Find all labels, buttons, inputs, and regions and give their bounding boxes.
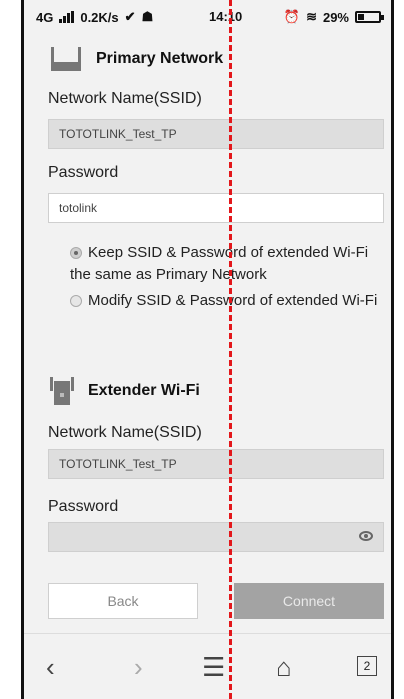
keep-ssid-label: Keep SSID & Password of extended Wi-Fi t…	[70, 244, 369, 283]
keep-ssid-radio[interactable]	[70, 247, 82, 260]
android-icon: ☗	[141, 9, 154, 24]
primary-password-value: totolink	[59, 201, 98, 215]
menu-icon[interactable]: ☰	[202, 652, 225, 683]
primary-network-title: Primary Network	[96, 50, 224, 67]
primary-password-label: Password	[48, 164, 119, 181]
battery-percent: 29%	[322, 9, 349, 25]
primary-ssid-value: TOTOTLINK_Test_TP	[59, 127, 177, 141]
status-right: ⏰ ≋ 29%	[283, 9, 384, 25]
network-speed: 0.2K/s	[80, 9, 119, 25]
network-type-label: 4G	[36, 9, 54, 25]
extender-title: Extender Wi-Fi	[88, 382, 200, 399]
eye-icon[interactable]	[359, 531, 373, 541]
primary-password-field[interactable]: totolink	[48, 193, 384, 223]
red-dashed-guide-line	[229, 0, 232, 699]
status-left: 4G 0.2K/s ✔ ☗	[36, 9, 153, 25]
modify-ssid-radio[interactable]	[70, 295, 82, 308]
extender-ssid-value: TOTOTLINK_Test_TP	[59, 457, 177, 471]
primary-network-header: Primary Network	[48, 44, 223, 74]
router-icon	[51, 47, 81, 71]
home-icon[interactable]: ⌂	[276, 652, 292, 683]
extender-ssid-field: TOTOTLINK_Test_TP	[48, 449, 384, 479]
back-button[interactable]: Back	[48, 583, 198, 619]
alarm-icon: ⏰	[283, 9, 301, 24]
signal-icon	[59, 11, 75, 23]
connect-button[interactable]: Connect	[234, 583, 384, 619]
modify-ssid-option[interactable]: Modify SSID & Password of extended Wi-Fi	[70, 290, 380, 312]
back-arrow-icon[interactable]: ‹	[46, 652, 55, 683]
battery-icon	[355, 11, 384, 23]
extender-password-label: Password	[48, 498, 119, 515]
status-bar: 4G 0.2K/s ✔ ☗ 14:10 ⏰ ≋ 29%	[24, 0, 391, 40]
check-circle-icon: ✔	[124, 9, 136, 24]
clock: 14:10	[209, 9, 243, 24]
modify-ssid-label: Modify SSID & Password of extended Wi-Fi	[88, 292, 378, 309]
extender-icon	[50, 377, 74, 405]
extender-password-field	[48, 522, 384, 552]
extender-ssid-label: Network Name(SSID)	[48, 424, 202, 441]
primary-ssid-label: Network Name(SSID)	[48, 90, 202, 107]
tab-count-button[interactable]: 2	[357, 656, 377, 676]
wifi-icon: ≋	[306, 9, 317, 24]
phone-screen: 4G 0.2K/s ✔ ☗ 14:10 ⏰ ≋ 29% Primary Netw…	[21, 0, 394, 699]
keep-ssid-option[interactable]: Keep SSID & Password of extended Wi-Fi t…	[70, 242, 380, 286]
primary-ssid-field: TOTOTLINK_Test_TP	[48, 119, 384, 149]
browser-navbar: ‹ › ☰ ⌂ 2	[24, 633, 391, 699]
forward-arrow-icon[interactable]: ›	[134, 652, 143, 683]
extender-header: Extender Wi-Fi	[48, 376, 200, 406]
